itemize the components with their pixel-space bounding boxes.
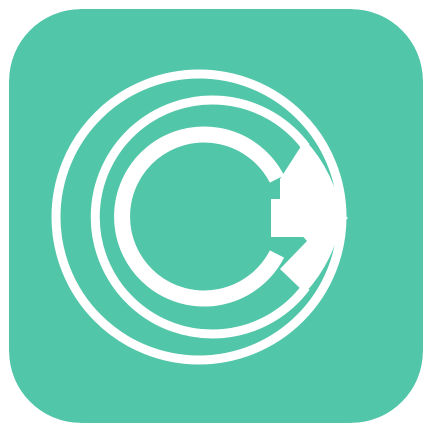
circular-arrow-logo-icon xyxy=(9,9,423,423)
app-icon[interactable] xyxy=(9,9,423,423)
app-icon-canvas xyxy=(0,0,434,434)
